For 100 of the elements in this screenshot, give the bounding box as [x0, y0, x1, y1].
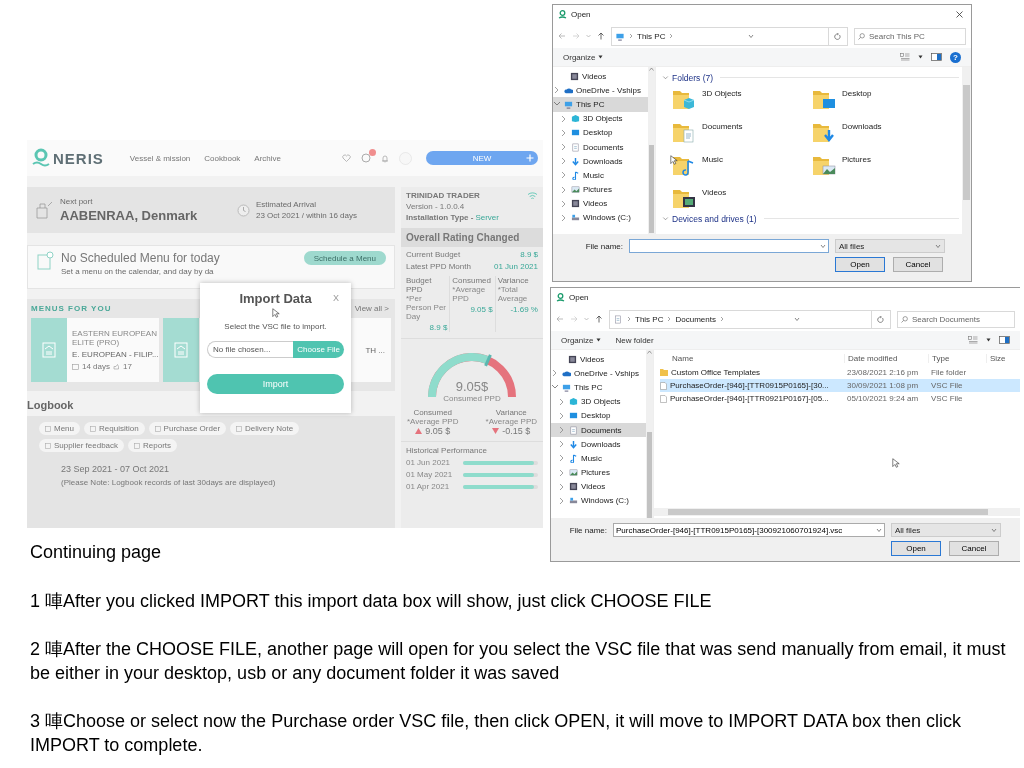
nav-item[interactable]: Videos: [553, 196, 648, 211]
history-month: 01 Apr 2021: [406, 482, 451, 491]
instruction-text: 1 唓After you clicked IMPORT this import data box will show, just click CHOOSE FILE: [30, 590, 713, 613]
breadcrumb[interactable]: This PC: [637, 31, 666, 41]
nav-item[interactable]: OneDrive - Vships: [551, 366, 646, 381]
nav-link[interactable]: Archive: [254, 153, 282, 163]
budget-label: Current Budget: [406, 250, 461, 259]
logbook-title: Logbook: [27, 399, 75, 411]
breadcrumb[interactable]: This PC: [635, 314, 664, 324]
filter-chip[interactable]: Supplier feedback: [39, 439, 125, 452]
open-button[interactable]: Open: [891, 541, 941, 556]
nav-item[interactable]: Videos: [551, 479, 646, 494]
folder-item[interactable]: 3D Objects: [672, 87, 812, 111]
column-header[interactable]: Date modified: [844, 353, 928, 363]
search-field[interactable]: Search This PC: [854, 27, 966, 45]
group-header[interactable]: Devices and drives (1): [662, 212, 959, 225]
organize-menu[interactable]: Organize: [563, 52, 604, 62]
file-field[interactable]: No file chosen...: [207, 341, 294, 358]
installation-type: Server: [475, 213, 499, 222]
nav-item[interactable]: Music: [553, 168, 648, 183]
window-title: Open: [569, 293, 589, 302]
file-type-select[interactable]: All files: [891, 523, 1001, 537]
nav-item[interactable]: Documents: [553, 139, 648, 155]
filter-chip[interactable]: Requisition: [84, 422, 145, 435]
notice-text: Set a menu on the calendar, and day by da: [61, 267, 215, 276]
search-field[interactable]: Search Documents: [897, 310, 1015, 328]
stat-label: Variance: [497, 276, 530, 285]
file-row[interactable]: Custom Office Templates 23/08/2021 2:16 pm File folder: [660, 366, 1020, 379]
menu-card[interactable]: EASTERN EUROPEAN ELITE (PRO) E. EUROPEAN - FILIP... 14 days 17: [31, 318, 159, 382]
rating-banner: Overall Rating Changed: [401, 228, 543, 247]
help-button[interactable]: ?: [950, 51, 961, 63]
gauge-label: Consumed PPD: [443, 394, 501, 403]
stat-note: *Per Person Per Day: [406, 294, 448, 321]
file-name-field[interactable]: PurchaseOrder-[946]-[TTR0915P0165]-[300921060701924].vsc: [613, 523, 885, 537]
filter-chip[interactable]: Delivery Note: [230, 422, 300, 435]
address-bar[interactable]: This PC Documents: [609, 309, 891, 329]
nav-item[interactable]: Windows (C:): [551, 493, 646, 509]
nav-item[interactable]: Downloads: [553, 154, 648, 169]
instruction-text: 3 唓Choose or select now the Purchase order VSC file, then click OPEN, it will move to IMPORT DATA box then click IMPORT to complete.: [30, 710, 963, 757]
column-header[interactable]: Name: [654, 353, 844, 363]
schedule-menu-button[interactable]: Schedule a Menu: [303, 251, 386, 265]
cancel-button[interactable]: Cancel: [949, 541, 999, 556]
dialog-prompt: Select the VSC file to import.: [224, 322, 327, 331]
folder-item[interactable]: Music: [672, 153, 812, 177]
folder-item[interactable]: Videos: [672, 186, 812, 210]
nav-item[interactable]: Videos: [551, 352, 646, 367]
organize-menu[interactable]: Organize: [561, 335, 602, 345]
filter-chip[interactable]: Menu: [39, 422, 80, 435]
new-folder-button[interactable]: New folder: [615, 335, 654, 345]
stat-value: 8.9 $: [428, 323, 448, 332]
stat-value: -1.69 %: [509, 305, 538, 314]
nav-link[interactable]: Vessel & mission: [129, 153, 191, 163]
menu-likes: 17: [123, 362, 132, 371]
next-port-label: Next port: [60, 197, 94, 206]
nav-link[interactable]: Cookbook: [204, 153, 241, 163]
cancel-button[interactable]: Cancel: [893, 257, 943, 272]
file-name-label: File name:: [584, 241, 623, 251]
breadcrumb[interactable]: Documents: [675, 314, 716, 324]
history-title: Historical Performance: [406, 446, 488, 455]
summary-value: -0.15 $: [502, 426, 531, 436]
budget-value: 01 Jun 2021: [493, 262, 538, 271]
file-row[interactable]: PurchaseOrder-[946]-[TTR0915P0165]-[30... 30/09/2021 1:08 pm VSC File: [660, 379, 1020, 392]
nav-item[interactable]: Desktop: [553, 125, 648, 140]
file-type-select[interactable]: All files: [835, 239, 945, 253]
file-row[interactable]: PurchaseOrder-[946]-[TTR0921P0167]-[05... 05/10/2021 9:24 am VSC File: [660, 392, 1020, 405]
nav-item[interactable]: OneDrive - Vships: [553, 83, 648, 98]
history-month: 01 Jun 2021: [406, 458, 452, 467]
nav-item[interactable]: Desktop: [551, 408, 646, 423]
nav-item[interactable]: Windows (C:): [553, 210, 648, 226]
folder-item[interactable]: Downloads: [812, 120, 952, 144]
address-bar[interactable]: This PC: [611, 26, 848, 46]
menu-days: 14 days: [82, 362, 111, 371]
notice-title: No Scheduled Menu for today: [61, 251, 220, 265]
nav-item[interactable]: Pictures: [553, 182, 648, 197]
nav-item[interactable]: Videos: [553, 69, 648, 84]
page-heading: Continuing page: [30, 542, 162, 562]
column-header[interactable]: Size: [986, 353, 1016, 363]
nav-item[interactable]: 3D Objects: [553, 111, 648, 126]
nav-item[interactable]: Music: [551, 451, 646, 466]
instruction-text: 2 唓After the CHOOSE FILE, another page will open for you select the VSC file that was send manually from email, it must be either in your desktop, usb or any document folder it was saved: [30, 638, 1007, 685]
open-button[interactable]: Open: [835, 257, 885, 272]
nav-item[interactable]: 3D Objects: [551, 394, 646, 409]
view-all-link[interactable]: View all >: [354, 304, 389, 313]
summary-label: Variance: [495, 408, 527, 417]
filter-chip[interactable]: Reports: [128, 439, 178, 452]
nav-item[interactable]: Documents: [551, 422, 646, 438]
group-header[interactable]: Folders (7): [662, 71, 959, 84]
folder-item[interactable]: Pictures: [812, 153, 952, 177]
folder-item[interactable]: Documents: [672, 120, 812, 144]
logbook-note: (Please Note: Logbook records of last 30days are displayed): [61, 478, 277, 487]
nav-item[interactable]: Downloads: [551, 437, 646, 452]
nav-item[interactable]: This PC: [553, 97, 648, 112]
version-text: Version - 1.0.0.4: [406, 202, 466, 211]
filter-chip[interactable]: Purchase Order: [148, 422, 227, 435]
folder-item[interactable]: Desktop: [812, 87, 952, 111]
nav-item[interactable]: Pictures: [551, 465, 646, 480]
column-header[interactable]: Type: [928, 353, 986, 363]
nav-item[interactable]: This PC: [551, 380, 646, 395]
menu-name: TH ...: [365, 345, 385, 355]
budget-value: 8.9 $: [520, 250, 538, 259]
